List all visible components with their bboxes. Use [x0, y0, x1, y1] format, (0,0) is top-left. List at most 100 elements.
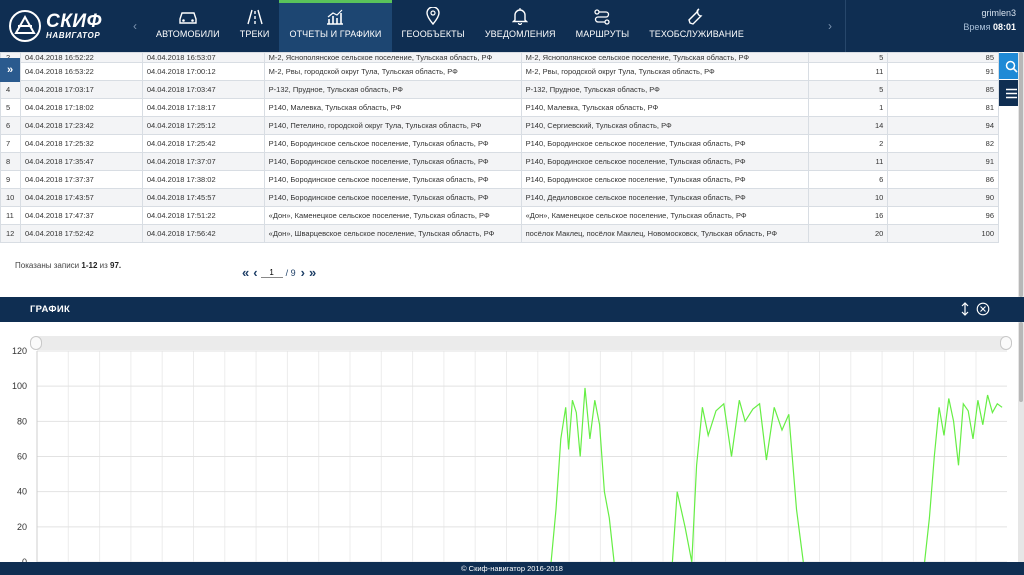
table-row[interactable]: 6 04.04.2018 17:23:42 04.04.2018 17:25:12 Р… — [0, 116, 999, 135]
nav-item-geoobjects[interactable]: ГЕООБЪЕКТЫ — [392, 0, 475, 52]
expand-sidebar-icon[interactable]: » — [0, 58, 20, 82]
cell-end-address: Р140, Сергиевский, Тульская область, РФ — [520, 116, 809, 135]
main-nav: АВТОМОБИЛИ ТРЕКИ ОТЧЕТЫ И ГРАФИКИ ГЕООБЪ… — [146, 0, 754, 52]
cell-value-b: 86 — [887, 170, 999, 189]
wrench-icon — [687, 8, 703, 25]
cell-end-time: 04.04.2018 17:18:17 — [141, 98, 265, 117]
cell-value-a: 6 — [807, 170, 889, 189]
cell-end-time: 04.04.2018 17:00:12 — [141, 62, 265, 81]
cell-start-time: 04.04.2018 17:37:37 — [19, 170, 143, 189]
table-row[interactable]: 10 04.04.2018 17:43:57 04.04.2018 17:45:57… — [0, 188, 999, 207]
cell-start-time: 04.04.2018 17:47:37 — [19, 206, 143, 225]
prev-page-icon[interactable]: ‹ — [253, 266, 257, 279]
y-tick-label: 20 — [17, 522, 27, 532]
nav-item-label: ТЕХОБСЛУЖИВАНИЕ — [649, 29, 744, 39]
chart-scrollbar[interactable] — [1018, 322, 1024, 562]
cell-value-b: 91 — [887, 152, 999, 171]
cell-value-b: 85 — [887, 80, 999, 99]
pager-prefix: Показаны записи — [15, 261, 80, 270]
row-number: 12 — [0, 224, 21, 243]
nav-scroll-right-icon[interactable]: › — [819, 0, 841, 52]
range-handle-left[interactable] — [30, 336, 42, 350]
nav-item-tracks[interactable]: ТРЕКИ — [230, 0, 280, 52]
cell-value-a: 11 — [807, 152, 889, 171]
table-row[interactable]: 12 04.04.2018 17:52:42 04.04.2018 17:56:42… — [0, 224, 999, 243]
cell-value-b: 85 — [887, 52, 999, 63]
report-table: 204.04.2018 16:52:2204.04.2018 16:53:07М… — [0, 52, 999, 243]
table-scrollbar[interactable] — [1018, 52, 1024, 297]
page-input[interactable] — [260, 267, 283, 278]
map-pin-icon — [426, 7, 440, 25]
cell-end-address: Р-132, Прудное, Тульская область, РФ — [520, 80, 809, 99]
nav-item-reports[interactable]: ОТЧЕТЫ И ГРАФИКИ — [279, 0, 392, 52]
close-icon[interactable] — [975, 301, 991, 317]
nav-item-routes[interactable]: МАРШРУТЫ — [566, 0, 640, 52]
cell-start-address: «Дон», Шварцевское сельское поселение, Т… — [263, 224, 522, 243]
table-row[interactable]: 304.04.2018 16:53:2204.04.2018 17:00:12М… — [0, 62, 999, 81]
y-tick-label: 80 — [17, 416, 27, 426]
pager-info: Показаны записи 1-12 из 97. — [15, 261, 121, 270]
table-row[interactable]: 4 04.04.2018 17:03:17 04.04.2018 17:03:47 Р… — [0, 80, 999, 99]
logo[interactable]: СКИФ НАВИГАТОР — [0, 0, 124, 52]
next-page-icon[interactable]: › — [301, 266, 305, 279]
cell-value-a: 16 — [807, 206, 889, 225]
pager-total: 97. — [110, 261, 122, 270]
cell-start-address: Р140, Петелино, городской округ Тула, Ту… — [263, 116, 522, 135]
cell-value-b: 91 — [887, 62, 999, 81]
cell-value-b: 100 — [887, 224, 999, 243]
series-line — [924, 394, 1003, 563]
nav-item-label: МАРШРУТЫ — [575, 29, 630, 39]
cell-value-a: 2 — [807, 134, 889, 153]
first-page-icon[interactable]: « — [242, 266, 249, 279]
bell-icon — [512, 8, 529, 25]
cell-end-address: Р140, Бородинское сельское поселение, Ту… — [520, 152, 809, 171]
scrollbar-thumb[interactable] — [1019, 52, 1023, 297]
range-selector-track[interactable] — [37, 336, 1007, 350]
last-page-icon[interactable]: » — [309, 266, 316, 279]
nav-divider — [845, 0, 846, 52]
cell-value-a: 10 — [807, 188, 889, 207]
nav-item-notifications[interactable]: УВЕДОМЛЕНИЯ — [475, 0, 566, 52]
cell-start-time: 04.04.2018 17:52:42 — [19, 224, 143, 243]
cell-start-address: «Дон», Каменецкое сельское поселение, Ту… — [263, 206, 522, 225]
cell-value-b: 82 — [887, 134, 999, 153]
user-info[interactable]: grimlen3 Время 08:01 — [963, 6, 1016, 34]
cell-value-a: 11 — [807, 62, 889, 81]
cell-end-address: Р140, Малевка, Тульская область, РФ — [520, 98, 809, 117]
table-row[interactable]: 11 04.04.2018 17:47:37 04.04.2018 17:51:22… — [0, 206, 999, 225]
row-number: 10 — [0, 188, 21, 207]
cell-start-time: 04.04.2018 17:23:42 — [19, 116, 143, 135]
cell-end-address: Р140, Бородинское сельское поселение, Ту… — [520, 134, 809, 153]
range-handle-right[interactable] — [1000, 336, 1012, 350]
table-row[interactable]: 7 04.04.2018 17:25:32 04.04.2018 17:25:42 Р… — [0, 134, 999, 153]
table-row[interactable]: 9 04.04.2018 17:37:37 04.04.2018 17:38:02 Р… — [0, 170, 999, 189]
logo-title: СКИФ — [46, 11, 102, 32]
cell-end-time: 04.04.2018 17:51:22 — [141, 206, 265, 225]
nav-scroll-left-icon[interactable]: ‹ — [124, 0, 146, 52]
cell-value-a: 5 — [807, 52, 889, 63]
table-row[interactable]: 5 04.04.2018 17:18:02 04.04.2018 17:18:17 Р… — [0, 98, 999, 117]
top-navbar: СКИФ НАВИГАТОР ‹ АВТОМОБИЛИ ТРЕКИ ОТЧЕТЫ… — [0, 0, 1024, 52]
scrollbar-thumb[interactable] — [1019, 322, 1023, 402]
cell-value-b: 81 — [887, 98, 999, 117]
series-line — [671, 400, 804, 563]
cell-end-time: 04.04.2018 17:56:42 — [141, 224, 265, 243]
cell-start-address: Р140, Малевка, Тульская область, РФ — [263, 98, 522, 117]
row-number: 5 — [0, 98, 21, 117]
cell-end-address: посёлок Маклец, посёлок Маклец, Новомоск… — [520, 224, 809, 243]
table-row[interactable]: 8 04.04.2018 17:35:47 04.04.2018 17:37:07 Р… — [0, 152, 999, 171]
cell-start-address: М-2, Яснополянское сельское поселение, Т… — [263, 52, 522, 63]
cell-end-address: М-2, Рвы, городской округ Тула, Тульская… — [520, 62, 809, 81]
nav-item-maintenance[interactable]: ТЕХОБСЛУЖИВАНИЕ — [639, 0, 754, 52]
pagination: « ‹ / 9 › » — [242, 266, 316, 279]
page-count: / 9 — [285, 267, 296, 278]
cell-end-address: Р140, Бородинское сельское поселение, Ту… — [520, 170, 809, 189]
table-row[interactable]: 204.04.2018 16:52:2204.04.2018 16:53:07М… — [0, 52, 999, 63]
nav-item-automobiles[interactable]: АВТОМОБИЛИ — [146, 0, 230, 52]
cell-start-time: 04.04.2018 17:18:02 — [19, 98, 143, 117]
row-number: 4 — [0, 80, 21, 99]
cell-value-a: 1 — [807, 98, 889, 117]
resize-icon[interactable] — [957, 301, 973, 317]
search-icon — [1005, 60, 1018, 73]
route-icon — [594, 9, 611, 25]
